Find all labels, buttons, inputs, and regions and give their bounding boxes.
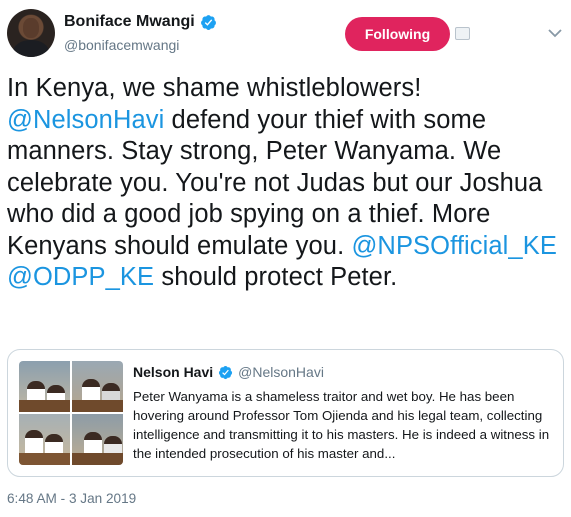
quoted-tweet-card[interactable]: Nelson Havi @NelsonHavi Peter Wanyama is… <box>7 349 564 477</box>
verified-badge-icon <box>219 365 233 379</box>
media-photo[interactable] <box>19 361 70 412</box>
avatar-head <box>23 18 39 38</box>
author-handle[interactable]: @bonifacemwangi <box>64 37 179 53</box>
author-name[interactable]: Boniface Mwangi <box>64 13 195 31</box>
quoted-tweet-text: Peter Wanyama is a shameless traitor and… <box>133 389 550 461</box>
mention-link[interactable]: @NPSOfficial_KE <box>351 232 557 260</box>
verified-badge-icon <box>200 14 216 30</box>
avatar[interactable] <box>7 9 55 57</box>
media-photo[interactable] <box>19 414 70 465</box>
mention-link[interactable]: @NelsonHavi <box>7 106 164 134</box>
avatar-shoulders <box>13 40 49 57</box>
tweet-line-1: In Kenya, we shame whistleblowers! <box>7 74 422 102</box>
following-button[interactable]: Following <box>345 17 450 51</box>
media-photo[interactable] <box>72 361 123 412</box>
tweet-ending: should protect Peter. <box>154 263 398 291</box>
tweet-text: In Kenya, we shame whistleblowers! @Nels… <box>7 73 567 294</box>
tweet-timestamp[interactable]: 6:48 AM - 3 Jan 2019 <box>7 491 136 506</box>
quoted-tweet-header[interactable]: Nelson Havi @NelsonHavi <box>133 364 324 380</box>
notification-icon[interactable] <box>455 27 470 40</box>
quoted-tweet-media[interactable] <box>19 361 123 465</box>
quoted-author-name[interactable]: Nelson Havi <box>133 364 213 380</box>
quoted-author-handle[interactable]: @NelsonHavi <box>238 364 324 380</box>
chevron-down-icon[interactable] <box>548 28 562 38</box>
author-name-row[interactable]: Boniface Mwangi <box>64 13 217 31</box>
mention-link[interactable]: @ODPP_KE <box>7 263 154 291</box>
media-photo[interactable] <box>72 414 123 465</box>
